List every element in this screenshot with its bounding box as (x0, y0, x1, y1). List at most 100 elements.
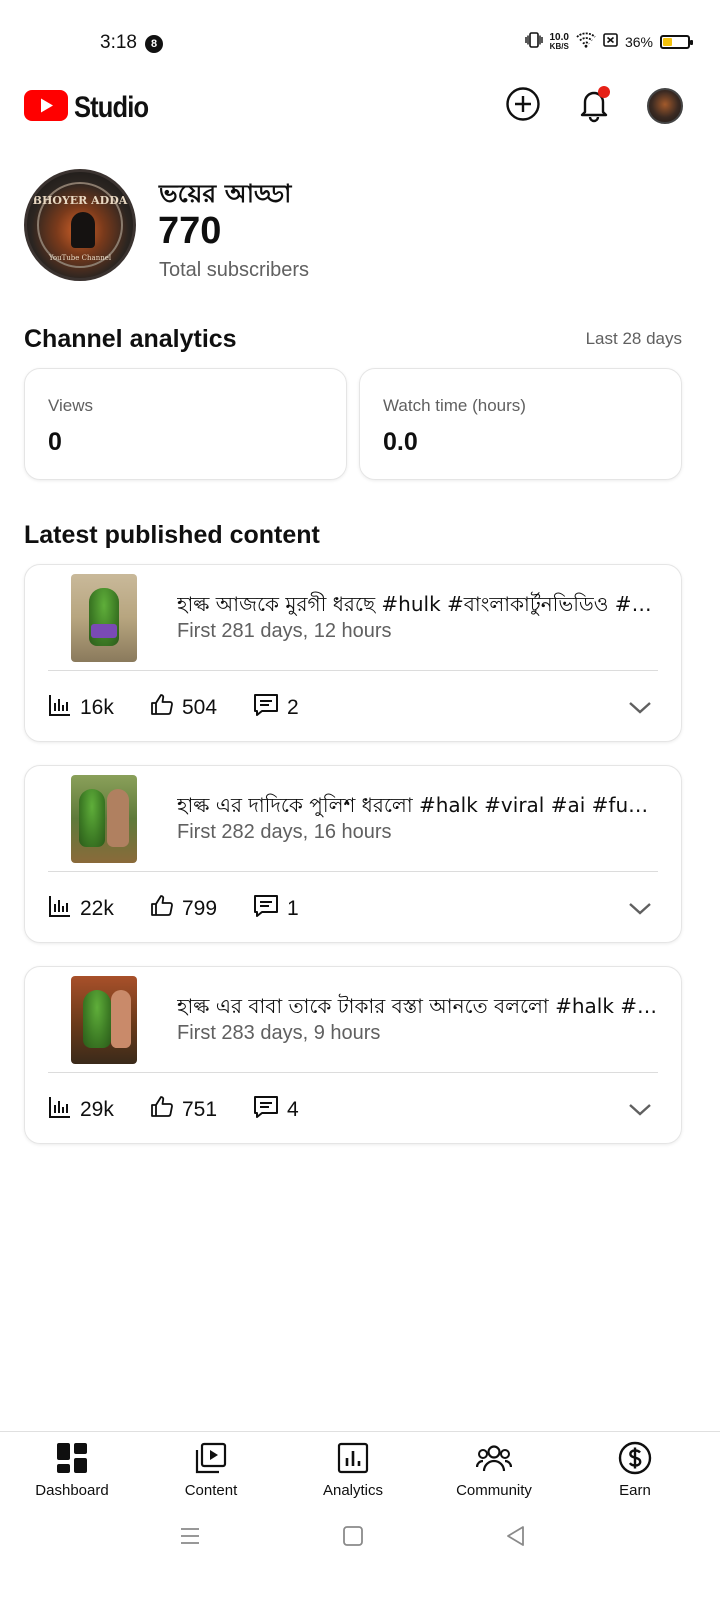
avatar-text: BHOYER ADDA (32, 194, 128, 207)
system-navigation (0, 1512, 720, 1600)
views-card[interactable]: Views 0 (24, 368, 347, 480)
bar-chart-icon (48, 693, 72, 723)
youtube-studio-logo: Studio (24, 90, 161, 126)
content-card[interactable]: হাল্ক আজকে মুরগী ধরছে #hulk #বাংলাকার্টু… (24, 564, 682, 742)
subscriber-count: 770 (158, 210, 222, 252)
divider (48, 871, 658, 872)
divider (48, 670, 658, 671)
create-button[interactable] (503, 86, 543, 126)
net-speed-unit: KB/S (549, 41, 569, 51)
video-meta: First 282 days, 16 hours (177, 821, 392, 843)
video-meta: First 281 days, 12 hours (177, 620, 392, 642)
thumbs-up-icon (150, 894, 174, 924)
views-metric: 22k (48, 894, 114, 924)
dashboard-icon (12, 1440, 132, 1476)
wifi-icon (576, 32, 596, 51)
expand-button[interactable] (625, 695, 655, 719)
comments-metric: 2 (253, 693, 299, 723)
hooded-figure-icon (71, 212, 95, 248)
video-thumbnail[interactable] (71, 976, 137, 1064)
chevron-down-icon (625, 1104, 655, 1125)
channel-avatar: BHOYER ADDA YouTube Channel (24, 169, 136, 281)
comments-count: 1 (287, 897, 299, 920)
channel-analytics-title: Channel analytics (24, 325, 237, 353)
battery-icon (660, 34, 693, 49)
battery-level (663, 37, 673, 46)
nav-label: Analytics (322, 1482, 384, 1499)
vibrate-icon (524, 32, 543, 51)
video-thumbnail[interactable] (71, 775, 137, 863)
community-icon (434, 1440, 554, 1476)
app-header: Studio (0, 80, 720, 136)
battery-percent: 36% (624, 33, 653, 50)
net-speed-value: 10.0 (549, 31, 569, 43)
comment-icon (253, 1095, 279, 1125)
chevron-down-icon (625, 903, 655, 924)
comments-count: 4 (287, 1098, 299, 1121)
status-bar: 3:18 8 10.0 KB/S 36% (0, 0, 720, 88)
bar-chart-icon (48, 1095, 72, 1125)
nav-community[interactable]: Community (434, 1440, 554, 1499)
notifications-button[interactable] (574, 85, 614, 128)
stat-value: 0 (48, 428, 62, 456)
analytics-icon (293, 1440, 413, 1476)
chevron-down-icon (625, 702, 655, 723)
comment-icon (253, 894, 279, 924)
app-name: Studio (74, 91, 149, 124)
thumbs-up-icon (150, 1095, 174, 1125)
views-count: 22k (80, 897, 114, 920)
bottom-navigation: Dashboard Content Analytics Community Ea… (0, 1431, 720, 1511)
likes-count: 504 (182, 696, 218, 719)
nav-analytics[interactable]: Analytics (293, 1440, 413, 1499)
account-button[interactable] (645, 86, 685, 126)
video-title[interactable]: হাল্ক আজকে মুরগী ধরছে #hulk #বাংলাকার্টু… (177, 590, 659, 623)
bell-icon (576, 85, 612, 128)
nav-label: Community (456, 1482, 532, 1499)
stat-label: Views (48, 396, 94, 415)
video-meta: First 283 days, 9 hours (177, 1022, 381, 1044)
views-count: 29k (80, 1098, 114, 1121)
no-sim-icon (603, 32, 618, 51)
bar-chart-icon (48, 894, 72, 924)
latest-content-title: Latest published content (24, 521, 320, 549)
views-metric: 16k (48, 693, 114, 723)
expand-button[interactable] (625, 896, 655, 920)
video-thumbnail[interactable] (71, 574, 137, 662)
earn-icon (575, 1440, 695, 1476)
comments-metric: 4 (253, 1095, 299, 1125)
add-circle-icon (505, 86, 541, 127)
back-icon[interactable] (504, 1524, 528, 1548)
subscriber-label: Total subscribers (159, 259, 310, 281)
expand-button[interactable] (625, 1097, 655, 1121)
watch-time-card[interactable]: Watch time (hours) 0.0 (359, 368, 682, 480)
thumbs-up-icon (150, 693, 174, 723)
home-icon[interactable] (341, 1524, 365, 1548)
comments-metric: 1 (253, 894, 299, 924)
content-card[interactable]: হাল্ক এর দাদিকে পুলিশ ধরলো #halk #viral … (24, 765, 682, 943)
net-speed: 10.0 KB/S (549, 31, 569, 51)
avatar (647, 88, 683, 124)
analytics-period: Last 28 days (585, 329, 682, 348)
stat-value: 0.0 (383, 428, 418, 456)
nav-label: Dashboard (35, 1482, 109, 1499)
likes-metric: 751 (150, 1095, 217, 1125)
stat-label: Watch time (hours) (383, 396, 526, 415)
nav-label: Earn (619, 1482, 651, 1499)
youtube-play-icon (24, 90, 68, 126)
divider (48, 1072, 658, 1073)
likes-count: 799 (182, 897, 218, 920)
nav-earn[interactable]: Earn (575, 1440, 695, 1499)
likes-metric: 504 (150, 693, 217, 723)
comments-count: 2 (287, 696, 299, 719)
avatar-subtext: YouTube Channel (48, 254, 112, 262)
content-card[interactable]: হাল্ক এর বাবা তাকে টাকার বস্তা আনতে বললো… (24, 966, 682, 1144)
nav-content[interactable]: Content (151, 1440, 271, 1499)
recents-icon[interactable] (178, 1524, 202, 1548)
likes-metric: 799 (150, 894, 217, 924)
status-indicators: 10.0 KB/S 36% (524, 31, 693, 51)
notification-count-badge: 8 (145, 35, 163, 53)
video-title[interactable]: হাল্ক এর দাদিকে পুলিশ ধরলো #halk #viral … (177, 791, 659, 824)
video-title[interactable]: হাল্ক এর বাবা তাকে টাকার বস্তা আনতে বললো… (177, 992, 659, 1025)
comment-icon (253, 693, 279, 723)
nav-dashboard[interactable]: Dashboard (12, 1440, 132, 1499)
